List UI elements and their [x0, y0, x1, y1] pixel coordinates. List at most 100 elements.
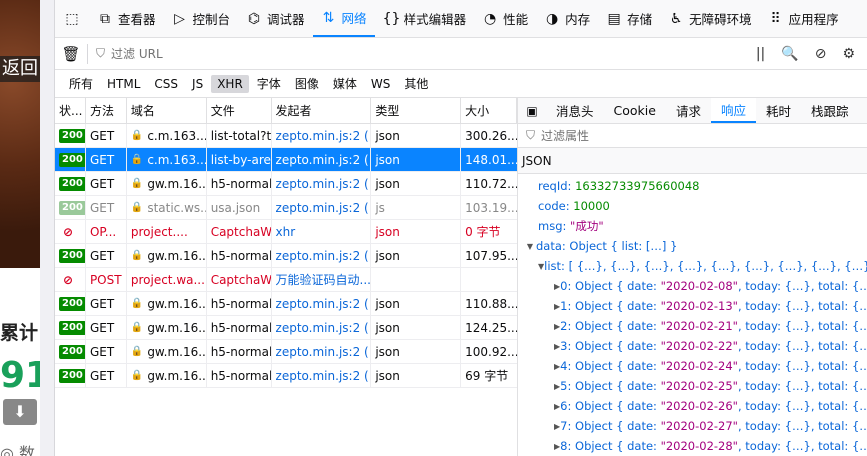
initiator-link[interactable]: zepto.min.js:2 (...	[276, 201, 371, 215]
initiator-link[interactable]: zepto.min.js:2 (...	[276, 297, 371, 311]
cell-size: 300.26...	[465, 128, 517, 143]
table-row[interactable]: 200 GET 🔒 c.m.163.... list-by-area zepto.min.…	[55, 148, 517, 172]
initiator-link[interactable]: zepto.min.js:2 (...	[276, 153, 371, 167]
devtools-tab[interactable]: ⠿ 应用程序	[760, 0, 847, 37]
devtools-tab[interactable]: ◑ 内存	[536, 0, 598, 37]
cell-initiator[interactable]: zepto.min.js:2 (...	[272, 124, 372, 147]
details-tab[interactable]: 栈跟踪	[801, 98, 859, 123]
cell-file: h5-normal-	[207, 172, 272, 195]
table-row[interactable]: 200 GET 🔒 gw.m.16... h5-normal-zepto.min.js:…	[55, 316, 517, 340]
json-list-item[interactable]: ▶ 8: Object { date: "2020-02-28", today: …	[518, 436, 867, 456]
details-tab[interactable]: 请求	[666, 98, 711, 123]
devtools-tab[interactable]: ⧉ 查看器	[89, 0, 164, 37]
table-row[interactable]: 200 GET 🔒 gw.m.16... h5-normal-zepto.min.js:…	[55, 364, 517, 388]
cell-method: GET	[86, 148, 127, 171]
json-list-item[interactable]: ▶ 7: Object { date: "2020-02-27", today: …	[518, 416, 867, 436]
properties-filter-input[interactable]: ⛉ 过滤属性	[518, 124, 867, 148]
blocked-icon: ⊘	[63, 224, 74, 239]
search-icon[interactable]: 🔍	[781, 46, 798, 62]
cell-initiator[interactable]: zepto.min.js:2 (...	[272, 364, 372, 387]
download-icon[interactable]: ⬇	[3, 399, 37, 425]
details-tab[interactable]: 响应	[710, 98, 756, 123]
json-list-item[interactable]: ▶ 0: Object { date: "2020-02-08", today: …	[518, 276, 867, 296]
devtools-tab[interactable]: ▤ 存储	[598, 0, 660, 37]
details-tab[interactable]: 耗时	[756, 98, 801, 123]
initiator-link[interactable]: zepto.min.js:2 (...	[276, 249, 371, 263]
json-list-item[interactable]: ▶ 3: Object { date: "2020-02-22", today: …	[518, 336, 867, 356]
initiator-link[interactable]: zepto.min.js:2 (...	[276, 345, 371, 359]
json-list-item[interactable]: ▶ 5: Object { date: "2020-02-25", today: …	[518, 376, 867, 396]
cell-initiator[interactable]: 万能验证码自动...	[272, 268, 372, 291]
type-filter-button[interactable]: HTML	[101, 75, 146, 93]
table-row[interactable]: ⊘ OP... project.... CaptchaWr xhr json 0 字节	[55, 220, 517, 244]
table-row[interactable]: 200 GET 🔒 gw.m.16... h5-normal-zepto.min.js:…	[55, 292, 517, 316]
col-method[interactable]: 方法	[86, 98, 127, 123]
initiator-link[interactable]: zepto.min.js:2 (...	[276, 129, 371, 143]
clear-requests-icon[interactable]: 🗑	[55, 45, 87, 63]
expand-down-icon[interactable]: ▼	[524, 242, 536, 251]
json-row-data[interactable]: ▼ data: Object { list: […] }	[518, 236, 867, 256]
toggle-sidebar-icon[interactable]: ▣	[518, 98, 546, 123]
col-file[interactable]: 文件	[207, 98, 272, 123]
table-row[interactable]: 200GET🔒c.m.163....list-total?t= zepto.min…	[55, 124, 517, 148]
page-cumulative-label: 累计	[0, 322, 39, 344]
cell-initiator[interactable]: zepto.min.js:2 (...	[272, 340, 372, 363]
type-filter-button[interactable]: 媒体	[327, 73, 363, 94]
col-domain[interactable]: 域名	[127, 98, 207, 123]
devtools-tab[interactable]: ⌬ 调试器	[238, 0, 313, 37]
initiator-link[interactable]: xhr	[276, 225, 296, 239]
type-filter-button[interactable]: JS	[186, 75, 209, 93]
json-section-header[interactable]: JSON	[518, 148, 867, 174]
type-filter-button[interactable]: 图像	[289, 73, 325, 94]
devtools-tab[interactable]: {} 样式编辑器	[375, 0, 475, 37]
type-filter-button[interactable]: WS	[365, 75, 396, 93]
json-value: 10000	[573, 199, 610, 213]
cell-initiator[interactable]: zepto.min.js:2 (...	[272, 316, 372, 339]
table-row[interactable]: 200 GET 🔒 gw.m.16... h5-normal-zepto.min.js:…	[55, 244, 517, 268]
cell-size: 124.25...	[465, 320, 517, 335]
table-row[interactable]: ⊘ POST project.wa... CaptchaWr 万能验证码自动...	[55, 268, 517, 292]
type-filter-button[interactable]: CSS	[148, 75, 184, 93]
cell-initiator[interactable]: zepto.min.js:2 (...	[272, 292, 372, 315]
url-filter-input[interactable]: ⛉ 过滤 URL	[88, 45, 756, 62]
col-type[interactable]: 类型	[371, 98, 462, 123]
cell-initiator[interactable]: xhr	[272, 220, 372, 243]
json-list-item[interactable]: ▶ 4: Object { date: "2020-02-24", today: …	[518, 356, 867, 376]
cell-initiator[interactable]: zepto.min.js:2 (...	[272, 244, 372, 267]
initiator-link[interactable]: zepto.min.js:2 (...	[276, 321, 371, 335]
cell-type	[371, 268, 462, 291]
json-list-item[interactable]: ▶ 6: Object { date: "2020-02-26", today: …	[518, 396, 867, 416]
settings-icon[interactable]: ⚙	[842, 46, 855, 62]
details-tab[interactable]: 消息头	[546, 98, 604, 123]
initiator-link[interactable]: 万能验证码自动...	[276, 271, 371, 288]
json-row-list[interactable]: ▼ list: [ {…}, {…}, {…}, {…}, {…}, {…}, …	[518, 256, 867, 276]
table-row[interactable]: 200 GET 🔒 gw.m.16... h5-normal-zepto.min.js:…	[55, 340, 517, 364]
json-list-item[interactable]: ▶ 2: Object { date: "2020-02-21", today: …	[518, 316, 867, 336]
devtools-tab[interactable]: ♿ 无障碍环境	[660, 0, 760, 37]
page-back-button[interactable]: 返回	[0, 56, 40, 82]
col-size[interactable]: 大小	[461, 98, 517, 123]
initiator-link[interactable]: zepto.min.js:2 (...	[276, 177, 371, 191]
status-badge: 200	[59, 344, 85, 359]
pause-icon[interactable]: ||	[756, 46, 765, 62]
devtools-tab[interactable]: ◔ 性能	[474, 0, 536, 37]
type-filter-button[interactable]: 字体	[251, 73, 287, 94]
element-picker-icon[interactable]: ⬚	[55, 0, 89, 37]
block-icon[interactable]: ⊘	[815, 46, 827, 62]
table-row[interactable]: 200 GET 🔒 gw.m.16... h5-normal-zepto.min.js:…	[55, 172, 517, 196]
devtools-tab[interactable]: ▷ 控制台	[164, 0, 239, 37]
col-initiator[interactable]: 发起者	[272, 98, 372, 123]
type-filter-button[interactable]: 其他	[398, 73, 434, 94]
json-list-item[interactable]: ▶ 1: Object { date: "2020-02-13", today: …	[518, 296, 867, 316]
initiator-link[interactable]: zepto.min.js:2 (...	[276, 369, 371, 383]
devtools-tab[interactable]: ⇅ 网络	[312, 0, 375, 37]
cell-initiator[interactable]: zepto.min.js:2 (...	[272, 172, 372, 195]
type-filter-button[interactable]: XHR	[211, 74, 249, 93]
type-filter-button[interactable]: 所有	[63, 73, 99, 94]
details-tab[interactable]: Cookie	[604, 98, 666, 123]
cell-initiator[interactable]: zepto.min.js:2 (...	[272, 196, 372, 219]
status-badge: 200	[59, 176, 85, 191]
cell-initiator[interactable]: zepto.min.js:2 (...	[272, 148, 372, 171]
table-row[interactable]: 200 GET 🔒 static.ws... usa.json zepto.min.js:…	[55, 196, 517, 220]
col-status[interactable]: 状...	[55, 98, 86, 123]
